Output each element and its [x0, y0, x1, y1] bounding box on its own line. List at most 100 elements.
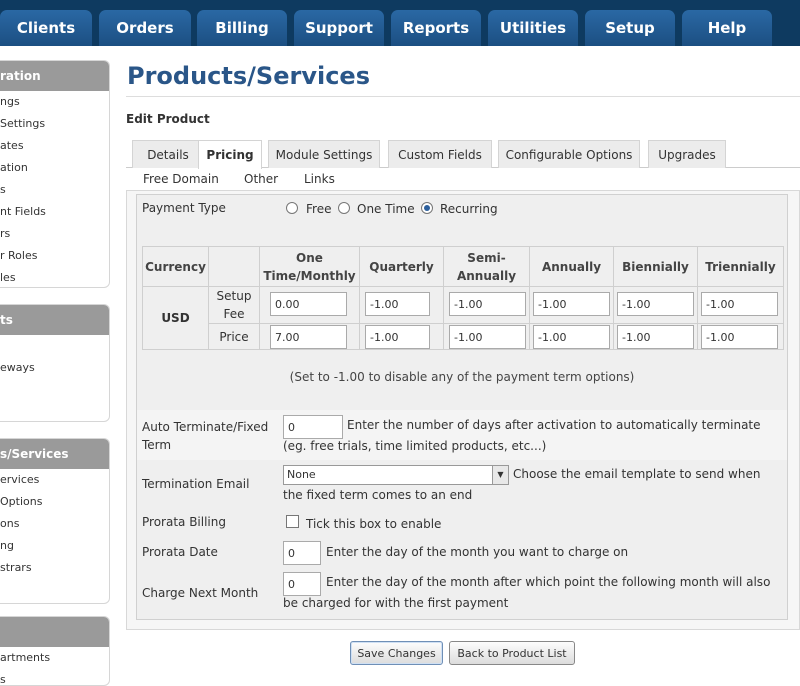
nav-tab-setup[interactable]: Setup [585, 10, 675, 46]
prorata-date-label: Prorata Date [142, 545, 218, 559]
tab-configurable-options[interactable]: Configurable Options [498, 140, 640, 168]
prorata-date-help: Enter the day of the month you want to c… [326, 545, 629, 559]
setup-fee-biennially-cell [613, 286, 698, 324]
header-blank [208, 246, 260, 287]
header-annually: Annually [529, 246, 614, 287]
payment-type-label: Payment Type [142, 201, 226, 215]
sidebar-item[interactable]: eways [0, 357, 109, 379]
sidebar-item[interactable]: rs [0, 223, 109, 245]
auto-terminate-help: Enter the number of days after activatio… [283, 418, 761, 453]
price-biennially-cell [613, 323, 698, 350]
save-changes-button[interactable]: Save Changes [350, 641, 443, 665]
page-subtitle: Edit Product [126, 112, 210, 126]
price-annually-input[interactable] [533, 325, 610, 349]
sidebar-section-header: s/Services [0, 439, 109, 469]
payment-type-free-radio[interactable] [286, 202, 298, 214]
header-semi-annually: Semi-Annually [443, 246, 530, 287]
sidebar-item[interactable]: Options [0, 491, 109, 513]
price-semiannually-cell [443, 323, 530, 350]
sidebar-item[interactable]: strars [0, 557, 109, 579]
pricing-note: (Set to -1.00 to disable any of the paym… [289, 370, 635, 384]
header-triennially: Triennially [697, 246, 784, 287]
tab-free-domain[interactable]: Free Domain [143, 172, 219, 186]
sidebar-item[interactable]: ation [0, 157, 109, 179]
header-biennially: Biennially [613, 246, 698, 287]
nav-tab-clients[interactable]: Clients [0, 10, 92, 46]
auto-terminate-label: Auto Terminate/Fixed Term [142, 420, 269, 452]
price-annually-cell [529, 323, 614, 350]
nav-tab-billing[interactable]: Billing [197, 10, 287, 46]
sidebar-item[interactable]: s [0, 179, 109, 201]
payment-type-recurring-radio[interactable] [421, 202, 433, 214]
currency-cell: USD [142, 286, 209, 350]
setup-fee-monthly-input[interactable] [270, 292, 347, 316]
pricing-row-setup-fee: USD Setup Fee [142, 286, 784, 350]
back-to-product-list-button[interactable]: Back to Product List [449, 641, 575, 665]
setup-fee-quarterly-input[interactable] [365, 292, 430, 316]
row-label-setup-fee: Setup Fee [208, 286, 260, 324]
charge-next-month-label: Charge Next Month [142, 586, 259, 600]
setup-fee-biennially-input[interactable] [617, 292, 694, 316]
tab-details[interactable]: Details [132, 140, 204, 168]
tab-links[interactable]: Links [304, 172, 335, 186]
pricing-row-price: Price [143, 323, 784, 350]
sidebar-section-header: ts [0, 305, 109, 335]
tab-upgrades[interactable]: Upgrades [648, 140, 726, 168]
nav-tab-utilities[interactable]: Utilities [488, 10, 578, 46]
page-title: Products/Services [127, 62, 370, 90]
termination-email-label: Termination Email [142, 477, 250, 491]
row-label-price: Price [208, 323, 260, 350]
nav-tab-orders[interactable]: Orders [99, 10, 191, 46]
prorata-date-input[interactable] [283, 541, 321, 565]
payment-type-free-label: Free [306, 202, 332, 216]
sidebar-item[interactable]: ngs [0, 91, 109, 113]
tab-custom-fields[interactable]: Custom Fields [388, 140, 492, 168]
setup-fee-annually-cell [529, 286, 614, 324]
sidebar-item[interactable]: les [0, 267, 109, 287]
sidebar-item[interactable]: nt Fields [0, 201, 109, 223]
setup-fee-annually-input[interactable] [533, 292, 610, 316]
sidebar-item[interactable]: ervices [0, 469, 109, 491]
sidebar-item[interactable]: ons [0, 513, 109, 535]
sidebar-section-header [0, 617, 109, 647]
price-triennially-input[interactable] [701, 325, 778, 349]
sidebar-item[interactable]: artments [0, 647, 109, 669]
prorata-billing-checkbox[interactable] [286, 515, 299, 528]
price-semiannually-input[interactable] [449, 325, 526, 349]
pricing-header-row: Currency One Time/Monthly Quarterly Semi… [142, 246, 784, 287]
sidebar-item[interactable]: ates [0, 135, 109, 157]
setup-fee-semiannually-cell [443, 286, 530, 324]
title-divider [126, 96, 800, 97]
payment-type-onetime-label: One Time [357, 202, 415, 216]
sidebar-section-payments: ts eways [0, 304, 110, 422]
setup-fee-triennially-input[interactable] [701, 292, 778, 316]
payment-type-onetime-radio[interactable] [338, 202, 350, 214]
sidebar-section-header: ration [0, 61, 109, 91]
header-quarterly: Quarterly [359, 246, 444, 287]
sidebar-item[interactable]: r Roles [0, 245, 109, 267]
payment-type-recurring-label: Recurring [440, 202, 498, 216]
nav-tab-help[interactable]: Help [682, 10, 772, 46]
price-monthly-input[interactable] [270, 325, 347, 349]
sidebar-item[interactable] [0, 335, 109, 357]
setup-fee-semiannually-input[interactable] [449, 292, 526, 316]
sidebar-section-products-services: s/Services ervices Options ons ng strars [0, 438, 110, 604]
tab-module-settings[interactable]: Module Settings [268, 140, 380, 168]
nav-tab-support[interactable]: Support [294, 10, 384, 46]
price-biennially-input[interactable] [617, 325, 694, 349]
nav-tab-reports[interactable]: Reports [391, 10, 481, 46]
sidebar-item[interactable]: ng [0, 535, 109, 557]
tab-pricing[interactable]: Pricing [198, 140, 262, 169]
prorata-billing-label: Prorata Billing [142, 515, 226, 529]
charge-next-month-help: Enter the day of the month after which p… [283, 575, 771, 610]
top-navigation: Clients Orders Billing Support Reports U… [0, 0, 800, 46]
price-monthly-cell [259, 323, 360, 350]
prorata-billing-help: Tick this box to enable [306, 517, 442, 531]
header-one-time-monthly: One Time/Monthly [259, 246, 360, 287]
pricing-table: Currency One Time/Monthly Quarterly Semi… [142, 246, 784, 350]
price-quarterly-input[interactable] [365, 325, 430, 349]
sidebar-section-configuration: ration ngs Settings ates ation s nt Fiel… [0, 60, 110, 288]
setup-fee-triennially-cell [697, 286, 784, 324]
sidebar-item[interactable]: Settings [0, 113, 109, 135]
tab-other[interactable]: Other [244, 172, 278, 186]
